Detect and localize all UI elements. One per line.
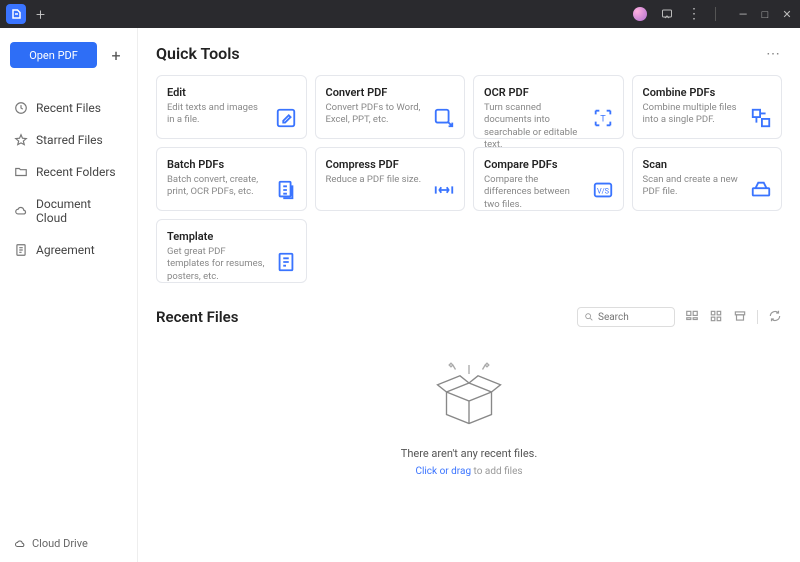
sidebar: Open PDF + Recent Files Starred Files Re… bbox=[0, 28, 138, 562]
view-grid-icon[interactable] bbox=[709, 309, 723, 326]
empty-message: There aren't any recent files. bbox=[401, 447, 537, 460]
search-icon bbox=[584, 312, 594, 322]
app-logo bbox=[6, 4, 26, 24]
sidebar-item-recent-folders[interactable]: Recent Folders bbox=[0, 156, 137, 188]
sidebar-item-label: Starred Files bbox=[36, 133, 103, 147]
tool-card-ocr[interactable]: OCR PDF Turn scanned documents into sear… bbox=[473, 75, 624, 139]
cloud-drive-label: Cloud Drive bbox=[32, 537, 88, 550]
sidebar-item-label: Document Cloud bbox=[36, 197, 123, 225]
quick-tools-grid: Edit Edit texts and images in a file. Co… bbox=[156, 75, 782, 283]
search-input[interactable] bbox=[598, 312, 668, 323]
scan-icon bbox=[749, 178, 773, 202]
view-list-icon[interactable] bbox=[685, 309, 699, 326]
click-or-drag-link[interactable]: Click or drag bbox=[415, 466, 471, 477]
tool-card-template[interactable]: Template Get great PDF templates for res… bbox=[156, 219, 307, 283]
sidebar-item-starred-files[interactable]: Starred Files bbox=[0, 124, 137, 156]
open-pdf-button[interactable]: Open PDF bbox=[10, 42, 97, 68]
sidebar-item-document-cloud[interactable]: Document Cloud bbox=[0, 188, 137, 234]
sidebar-item-recent-files[interactable]: Recent Files bbox=[0, 92, 137, 124]
edit-icon bbox=[274, 106, 298, 130]
user-avatar[interactable] bbox=[633, 7, 647, 21]
cloud-icon bbox=[14, 538, 26, 550]
batch-icon bbox=[274, 178, 298, 202]
ocr-icon: T bbox=[591, 106, 615, 130]
combine-icon bbox=[749, 106, 773, 130]
convert-icon bbox=[432, 106, 456, 130]
quick-tools-heading: Quick Tools bbox=[156, 44, 240, 63]
sidebar-item-label: Agreement bbox=[36, 243, 95, 257]
window-controls: — □ ✕ bbox=[736, 8, 794, 21]
tool-card-compress[interactable]: Compress PDF Reduce a PDF file size. bbox=[315, 147, 466, 211]
tool-card-batch[interactable]: Batch PDFs Batch convert, create, print,… bbox=[156, 147, 307, 211]
titlebar: + ⋮ — □ ✕ bbox=[0, 0, 800, 28]
archive-icon[interactable] bbox=[733, 309, 747, 326]
tool-card-edit[interactable]: Edit Edit texts and images in a file. bbox=[156, 75, 307, 139]
template-icon bbox=[274, 250, 298, 274]
sidebar-item-label: Recent Files bbox=[36, 101, 101, 115]
refresh-icon[interactable] bbox=[768, 309, 782, 326]
empty-box-illustration bbox=[424, 347, 514, 437]
recent-empty-state: There aren't any recent files. Click or … bbox=[156, 347, 782, 477]
folder-icon bbox=[14, 165, 28, 179]
toolbar-separator bbox=[757, 310, 758, 324]
clock-icon bbox=[14, 101, 28, 115]
svg-text:T: T bbox=[600, 115, 606, 125]
tool-card-scan[interactable]: Scan Scan and create a new PDF file. bbox=[632, 147, 783, 211]
compress-icon bbox=[432, 178, 456, 202]
main-content: Quick Tools ⋯ Edit Edit texts and images… bbox=[138, 28, 800, 562]
document-icon bbox=[14, 243, 28, 257]
window-minimize[interactable]: — bbox=[736, 8, 750, 21]
kebab-menu-icon[interactable]: ⋮ bbox=[687, 6, 701, 22]
star-icon bbox=[14, 133, 28, 147]
recent-search[interactable] bbox=[577, 307, 675, 327]
svg-text:V/S: V/S bbox=[596, 187, 609, 196]
notifications-icon[interactable] bbox=[661, 8, 673, 20]
tool-card-combine[interactable]: Combine PDFs Combine multiple files into… bbox=[632, 75, 783, 139]
titlebar-right: ⋮ — □ ✕ bbox=[633, 6, 794, 22]
sidebar-item-agreement[interactable]: Agreement bbox=[0, 234, 137, 266]
create-pdf-button[interactable]: + bbox=[105, 44, 127, 66]
tool-card-compare[interactable]: Compare PDFs Compare the differences bet… bbox=[473, 147, 624, 211]
recent-toolbar bbox=[577, 307, 782, 327]
sidebar-item-label: Recent Folders bbox=[36, 165, 116, 179]
recent-files-heading: Recent Files bbox=[156, 308, 238, 326]
sidebar-cloud-drive[interactable]: Cloud Drive bbox=[0, 527, 137, 562]
window-maximize[interactable]: □ bbox=[758, 8, 772, 21]
cloud-icon bbox=[14, 204, 28, 218]
compare-icon: V/S bbox=[591, 178, 615, 202]
window-close[interactable]: ✕ bbox=[780, 8, 794, 21]
tool-card-convert[interactable]: Convert PDF Convert PDFs to Word, Excel,… bbox=[315, 75, 466, 139]
empty-hint: Click or drag to add files bbox=[415, 466, 522, 477]
quick-tools-more[interactable]: ⋯ bbox=[766, 46, 782, 62]
new-tab-button[interactable]: + bbox=[36, 5, 45, 24]
